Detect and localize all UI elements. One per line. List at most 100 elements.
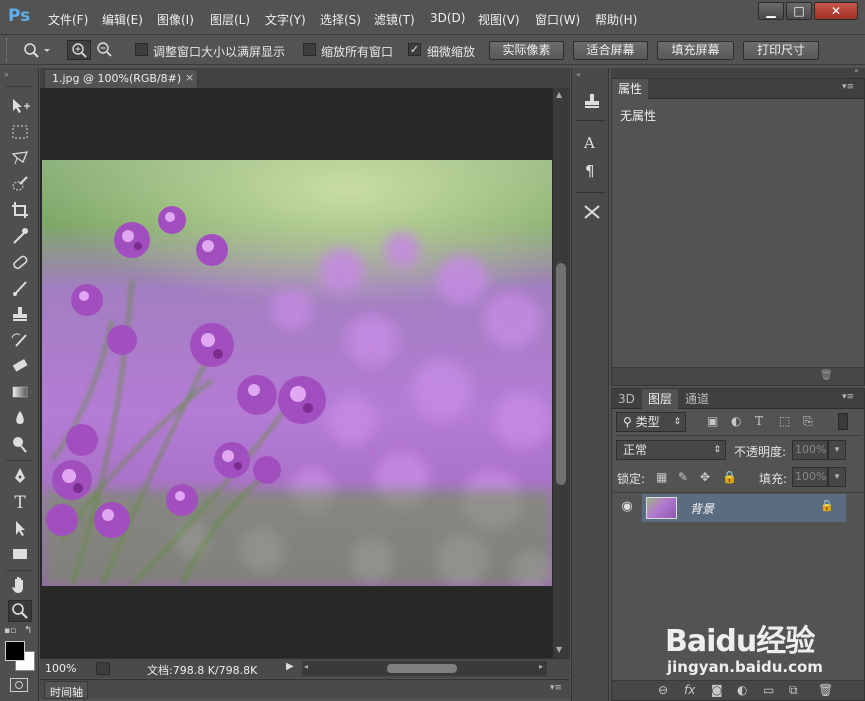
close-button[interactable]: ✕ — [814, 2, 858, 20]
menu-window[interactable]: 窗口(W) — [535, 11, 580, 28]
fill-slider-button[interactable]: ▾ — [828, 467, 846, 487]
fill-input[interactable]: 100% — [792, 467, 828, 487]
zoom-tool-button[interactable] — [8, 600, 32, 622]
collapse-panels-icon[interactable]: » — [854, 66, 859, 75]
path-selection-tool-icon[interactable] — [8, 518, 32, 540]
fill-screen-button[interactable]: 填充屏幕 — [657, 41, 734, 60]
menu-file[interactable]: 文件(F) — [48, 11, 88, 28]
type-tool-icon[interactable]: T — [8, 492, 32, 514]
menu-view[interactable]: 视图(V) — [478, 11, 520, 28]
clone-source-panel-icon[interactable] — [582, 92, 602, 110]
document-close-icon[interactable]: × — [185, 71, 194, 84]
menu-layer[interactable]: 图层(L) — [210, 11, 250, 28]
opacity-slider-button[interactable]: ▾ — [828, 440, 846, 460]
tool-presets-panel-icon[interactable] — [582, 203, 602, 221]
filter-pixel-icon[interactable]: ▣ — [707, 414, 718, 428]
tab-layers[interactable]: 图层 — [642, 389, 679, 409]
canvas-image[interactable] — [42, 160, 552, 586]
scroll-left-icon[interactable]: ◂ — [304, 662, 308, 671]
maximize-button[interactable]: □ — [786, 2, 812, 20]
quick-selection-tool-icon[interactable] — [8, 174, 32, 196]
hand-tool-icon[interactable] — [8, 574, 32, 596]
dodge-tool-icon[interactable] — [8, 434, 32, 456]
lock-position-icon[interactable]: ✥ — [700, 470, 710, 484]
scroll-up-icon[interactable]: ▲ — [556, 90, 562, 99]
panel-menu-icon[interactable]: ▾≡ — [550, 683, 562, 693]
menu-type[interactable]: 文字(Y) — [265, 11, 306, 28]
panel-menu-icon[interactable]: ▾≡ — [842, 392, 854, 402]
zoom-level[interactable]: 100% — [45, 662, 76, 675]
filter-adjustment-icon[interactable]: ◐ — [731, 414, 741, 428]
menu-help[interactable]: 帮助(H) — [595, 11, 637, 28]
swap-colors-icon[interactable]: ↰ — [24, 625, 32, 636]
blur-tool-icon[interactable] — [8, 408, 32, 430]
document-tab[interactable]: 1.jpg @ 100%(RGB/8#) × — [44, 69, 198, 88]
resize-windows-checkbox[interactable] — [135, 43, 148, 56]
filter-type-icon[interactable]: T — [755, 414, 763, 428]
layer-row[interactable]: 背景 🔒 — [642, 494, 846, 522]
menu-3d[interactable]: 3D(D) — [430, 11, 465, 25]
collapse-toolbar-icon[interactable]: » — [4, 70, 9, 79]
menu-filter[interactable]: 滤镜(T) — [374, 11, 415, 28]
share-icon[interactable] — [96, 662, 110, 675]
brush-tool-icon[interactable] — [8, 278, 32, 300]
move-tool-icon[interactable] — [8, 96, 32, 118]
scroll-down-icon[interactable]: ▼ — [556, 645, 562, 654]
zoom-out-button[interactable] — [93, 40, 117, 60]
fit-screen-button[interactable]: 适合屏幕 — [573, 41, 648, 60]
rectangle-tool-icon[interactable] — [8, 544, 32, 566]
clone-stamp-tool-icon[interactable] — [8, 304, 32, 326]
crop-tool-icon[interactable] — [8, 200, 32, 222]
tab-properties[interactable]: 属性 — [612, 79, 649, 99]
zoom-all-windows-checkbox[interactable] — [303, 43, 316, 56]
panel-menu-icon[interactable]: ▾≡ — [842, 82, 854, 92]
tool-preset-picker[interactable] — [20, 40, 50, 60]
delete-layer-icon[interactable]: 🗑 — [818, 683, 833, 697]
vertical-scroll-thumb[interactable] — [556, 263, 566, 485]
layer-style-icon[interactable]: fx — [684, 683, 695, 697]
timeline-tab[interactable]: 时间轴 — [44, 681, 88, 699]
filter-shape-icon[interactable]: ⬚ — [779, 414, 790, 428]
menu-edit[interactable]: 编辑(E) — [102, 11, 143, 28]
lock-image-icon[interactable]: ✎ — [678, 470, 688, 484]
eyedropper-tool-icon[interactable] — [8, 226, 32, 248]
tab-channels[interactable]: 通道 — [679, 389, 715, 409]
opacity-input[interactable]: 100% — [792, 440, 828, 460]
filter-toggle[interactable] — [838, 413, 848, 430]
marquee-tool-icon[interactable] — [8, 122, 32, 144]
default-colors-icon[interactable]: ▪▫ — [4, 626, 16, 636]
horizontal-scroll-thumb[interactable] — [387, 664, 457, 673]
eraser-tool-icon[interactable] — [8, 356, 32, 378]
lasso-tool-icon[interactable] — [8, 148, 32, 170]
layer-mask-icon[interactable]: ◙ — [711, 683, 723, 697]
filter-smart-object-icon[interactable]: ⎘ — [803, 414, 813, 429]
character-panel-icon[interactable]: A — [584, 134, 595, 152]
gradient-tool-icon[interactable] — [8, 382, 32, 404]
vertical-scrollbar[interactable]: ▲ ▼ — [553, 88, 570, 658]
delete-icon[interactable]: 🗑 — [820, 370, 833, 381]
status-menu-icon[interactable]: ▶ — [286, 661, 294, 672]
scrubby-zoom-checkbox[interactable]: ✓ — [408, 43, 421, 56]
options-grip[interactable] — [6, 38, 10, 62]
pen-tool-icon[interactable] — [8, 466, 32, 488]
new-group-icon[interactable]: ▭ — [763, 683, 774, 697]
expand-dock-icon[interactable]: « — [576, 70, 581, 79]
zoom-in-button[interactable] — [67, 40, 91, 60]
horizontal-scrollbar[interactable]: ◂ ▸ — [302, 661, 547, 676]
menu-select[interactable]: 选择(S) — [320, 11, 361, 28]
new-layer-icon[interactable]: ⧉ — [789, 683, 798, 698]
lock-transparent-icon[interactable]: ▦ — [656, 470, 667, 484]
print-size-button[interactable]: 打印尺寸 — [743, 41, 819, 60]
layer-visibility-eye-icon[interactable]: ◉ — [614, 494, 640, 520]
history-brush-tool-icon[interactable] — [8, 330, 32, 352]
link-layers-icon[interactable]: ⊖ — [658, 683, 668, 697]
foreground-color-swatch[interactable] — [5, 641, 25, 661]
tab-3d[interactable]: 3D — [612, 389, 641, 409]
menu-image[interactable]: 图像(I) — [157, 11, 194, 28]
lock-all-icon[interactable]: 🔒 — [722, 470, 737, 484]
minimize-button[interactable]: ▁ — [758, 2, 784, 20]
quick-mask-icon[interactable] — [10, 678, 28, 692]
actual-pixels-button[interactable]: 实际像素 — [489, 41, 564, 60]
adjustment-layer-icon[interactable]: ◐ — [737, 683, 747, 697]
layer-name[interactable]: 背景 — [690, 500, 714, 517]
